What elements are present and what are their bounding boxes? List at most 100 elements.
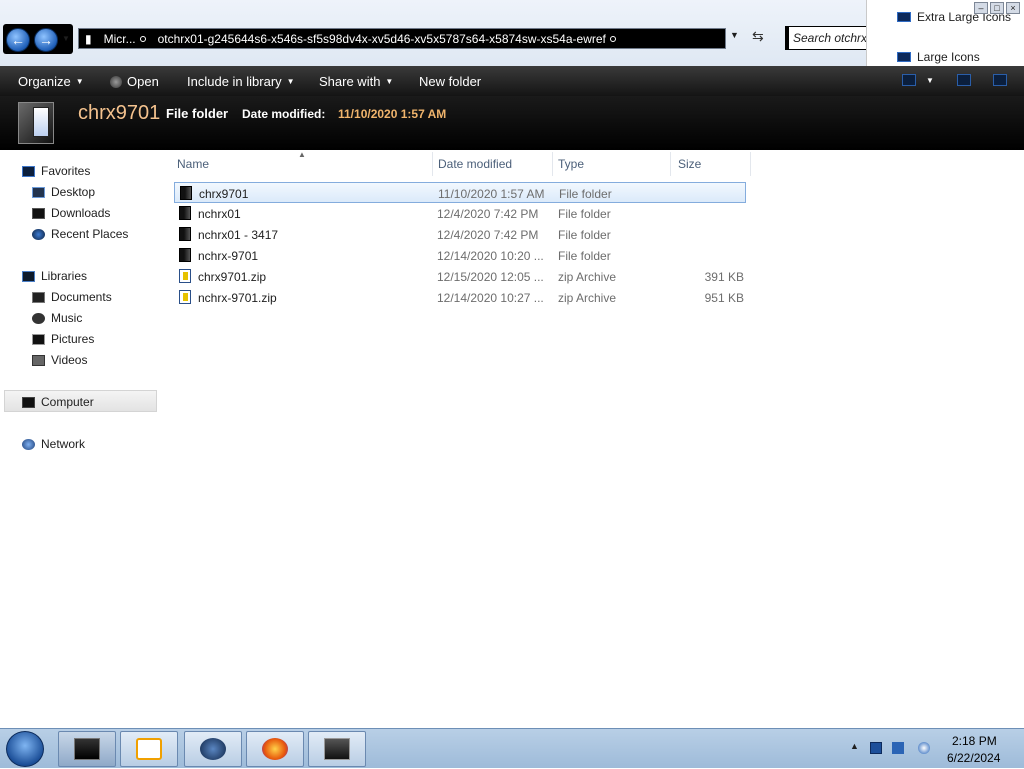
- maximize-button[interactable]: □: [990, 2, 1004, 14]
- nav-item-desktop[interactable]: Desktop: [32, 185, 95, 199]
- pictures-icon: [32, 333, 45, 345]
- column-header-name[interactable]: Name: [177, 157, 209, 171]
- nav-item-pictures[interactable]: Pictures: [32, 332, 94, 346]
- view-menu-label: Large Icons: [917, 50, 980, 64]
- file-row[interactable]: nchrx01 12/4/2020 7:42 PM File folder: [174, 203, 746, 224]
- media-player-icon: [136, 738, 162, 760]
- nav-label: Desktop: [51, 185, 96, 199]
- window-controls: – □ ×: [974, 2, 1020, 14]
- explorer-window: ← → ▼ ▮ Micr... otchrx01-g245644s6-x546s…: [0, 0, 1024, 728]
- open-button[interactable]: Open: [110, 74, 159, 89]
- nav-item-music[interactable]: Music: [32, 311, 82, 325]
- nav-label: Videos: [51, 353, 88, 367]
- column-divider[interactable]: [432, 152, 433, 176]
- folder-icon: [179, 206, 191, 220]
- details-date-label: Date modified:: [242, 107, 326, 121]
- breadcrumb-separator-icon[interactable]: [609, 35, 616, 42]
- breadcrumb-separator-icon[interactable]: [139, 35, 146, 42]
- chevron-down-icon: ▼: [75, 77, 84, 86]
- column-divider[interactable]: [750, 152, 751, 176]
- column-header-size[interactable]: Size: [678, 157, 701, 171]
- downloads-icon: [32, 207, 45, 219]
- start-button[interactable]: [6, 731, 44, 767]
- taskbar-explorer-button[interactable]: [58, 731, 116, 767]
- file-row[interactable]: nchrx01 - 3417 12/4/2020 7:42 PM File fo…: [174, 224, 746, 245]
- include-label: Include in library: [187, 74, 282, 89]
- nav-item-favorites[interactable]: Favorites: [22, 164, 90, 178]
- file-row[interactable]: nchrx-9701 12/14/2020 10:20 ... File fol…: [174, 245, 746, 266]
- nav-item-network[interactable]: Network: [22, 437, 85, 451]
- file-name: nchrx01: [198, 207, 241, 221]
- zip-archive-icon: [179, 269, 191, 283]
- organize-button[interactable]: Organize ▼: [18, 74, 84, 89]
- nav-item-recent-places[interactable]: Recent Places: [32, 227, 128, 241]
- firefox-icon: [262, 738, 288, 760]
- nav-item-libraries[interactable]: Libraries: [22, 269, 87, 283]
- column-divider[interactable]: [552, 152, 553, 176]
- nav-label: Pictures: [51, 332, 95, 346]
- breadcrumb-item[interactable]: otchrx01-g245644s6-x546s-sf5s98dv4x-xv5d…: [152, 32, 622, 46]
- column-header-date[interactable]: Date modified: [438, 157, 512, 171]
- taskbar-window-button[interactable]: [308, 731, 366, 767]
- file-type: File folder: [558, 249, 611, 263]
- file-date: 12/14/2020 10:20 ...: [437, 249, 544, 263]
- clock-time[interactable]: 2:18 PM: [952, 734, 997, 748]
- favorites-star-icon: [22, 165, 35, 177]
- preview-pane-icon[interactable]: [957, 74, 971, 86]
- volume-icon[interactable]: [918, 742, 930, 754]
- file-row[interactable]: chrx9701 11/10/2020 1:57 AM File folder: [174, 182, 746, 203]
- new-folder-label: New folder: [419, 74, 482, 89]
- taskbar-media-player-button[interactable]: [120, 731, 178, 767]
- taskbar-browser-button[interactable]: [184, 731, 242, 767]
- address-bar[interactable]: ▮ Micr... otchrx01-g245644s6-x546s-sf5s9…: [78, 28, 726, 49]
- file-name: nchrx-9701.zip: [198, 291, 277, 305]
- taskbar-firefox-button[interactable]: [246, 731, 304, 767]
- organize-label: Organize: [18, 74, 71, 89]
- help-icon[interactable]: [993, 74, 1007, 86]
- libraries-icon: [22, 270, 35, 282]
- file-name: nchrx01 - 3417: [198, 228, 279, 242]
- file-row[interactable]: chrx9701.zip 12/15/2020 12:05 ... zip Ar…: [174, 266, 746, 287]
- folder-icon: [179, 227, 191, 241]
- forward-button[interactable]: →: [34, 28, 58, 52]
- back-button[interactable]: ←: [6, 28, 30, 52]
- view-menu-item-large[interactable]: Large Icons: [897, 50, 980, 64]
- change-view-icon[interactable]: [902, 74, 916, 86]
- close-button[interactable]: ×: [1006, 2, 1020, 14]
- explorer-icon: [74, 738, 100, 760]
- file-size: 951 KB: [704, 291, 744, 305]
- show-hidden-icons-icon[interactable]: ▲: [850, 741, 862, 753]
- file-date: 12/4/2020 7:42 PM: [437, 207, 539, 221]
- folder-thumbnail-icon: [18, 102, 54, 144]
- column-header-type[interactable]: Type: [558, 157, 584, 171]
- folder-icon: ▮: [85, 31, 92, 46]
- recent-pages-dropdown-icon[interactable]: ▼: [62, 34, 70, 43]
- nav-item-videos[interactable]: Videos: [32, 353, 87, 367]
- share-with-button[interactable]: Share with ▼: [319, 74, 393, 89]
- recent-places-icon: [32, 228, 45, 240]
- nav-item-documents[interactable]: Documents: [32, 290, 112, 304]
- folder-icon: [179, 248, 191, 262]
- tray-app-icon[interactable]: [870, 742, 882, 754]
- nav-label: Recent Places: [51, 227, 129, 241]
- breadcrumb-item[interactable]: Micr...: [98, 32, 152, 46]
- view-options-dropdown-icon[interactable]: ▼: [926, 76, 934, 85]
- refresh-icon[interactable]: ⇆: [752, 28, 764, 45]
- details-header: chrx9701 File folder Date modified: 11/1…: [0, 96, 1024, 150]
- network-status-icon[interactable]: [892, 742, 904, 754]
- globe-icon: [200, 738, 226, 760]
- clock-date[interactable]: 6/22/2024: [947, 751, 1000, 765]
- new-folder-button[interactable]: New folder: [419, 74, 481, 89]
- minimize-button[interactable]: –: [974, 2, 988, 14]
- file-date: 12/4/2020 7:42 PM: [437, 228, 539, 242]
- column-divider[interactable]: [670, 152, 671, 176]
- nav-label: Network: [41, 437, 86, 451]
- file-type: zip Archive: [558, 270, 617, 284]
- file-row[interactable]: nchrx-9701.zip 12/14/2020 10:27 ... zip …: [174, 287, 746, 308]
- desktop-icon: [32, 186, 45, 198]
- nav-item-downloads[interactable]: Downloads: [32, 206, 110, 220]
- address-dropdown-icon[interactable]: ▼: [730, 30, 739, 40]
- nav-item-computer[interactable]: Computer: [22, 395, 94, 409]
- breadcrumb-label: otchrx01-g245644s6-x546s-sf5s98dv4x-xv5d…: [157, 31, 606, 46]
- include-in-library-button[interactable]: Include in library ▼: [187, 74, 295, 89]
